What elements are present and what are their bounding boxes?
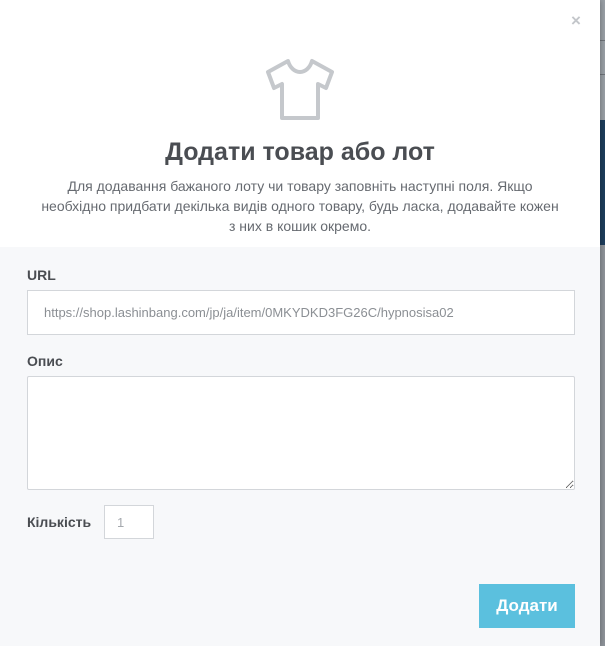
modal-subtitle: Для додавання бажаного лоту чи товару за… <box>41 178 559 234</box>
description-textarea[interactable] <box>27 376 575 490</box>
backdrop-divider <box>600 74 605 75</box>
close-icon[interactable]: × <box>568 12 584 29</box>
backdrop-banner-region <box>600 120 605 245</box>
backdrop-page-region <box>600 0 605 120</box>
modal-title: Додати товар або лот <box>165 138 435 166</box>
url-input[interactable] <box>27 290 575 335</box>
quantity-label: Кількість <box>27 514 92 530</box>
description-label: Опис <box>27 353 63 369</box>
add-item-modal: × Додати товар або лот Для додавання баж… <box>0 0 600 646</box>
backdrop-divider <box>600 40 605 41</box>
quantity-input[interactable] <box>104 505 154 539</box>
backdrop-content-region <box>600 245 605 646</box>
tshirt-icon <box>266 59 334 120</box>
modal-header: × Додати товар або лот Для додавання баж… <box>0 0 600 247</box>
add-button[interactable]: Додати <box>479 584 575 628</box>
url-label: URL <box>27 267 56 283</box>
